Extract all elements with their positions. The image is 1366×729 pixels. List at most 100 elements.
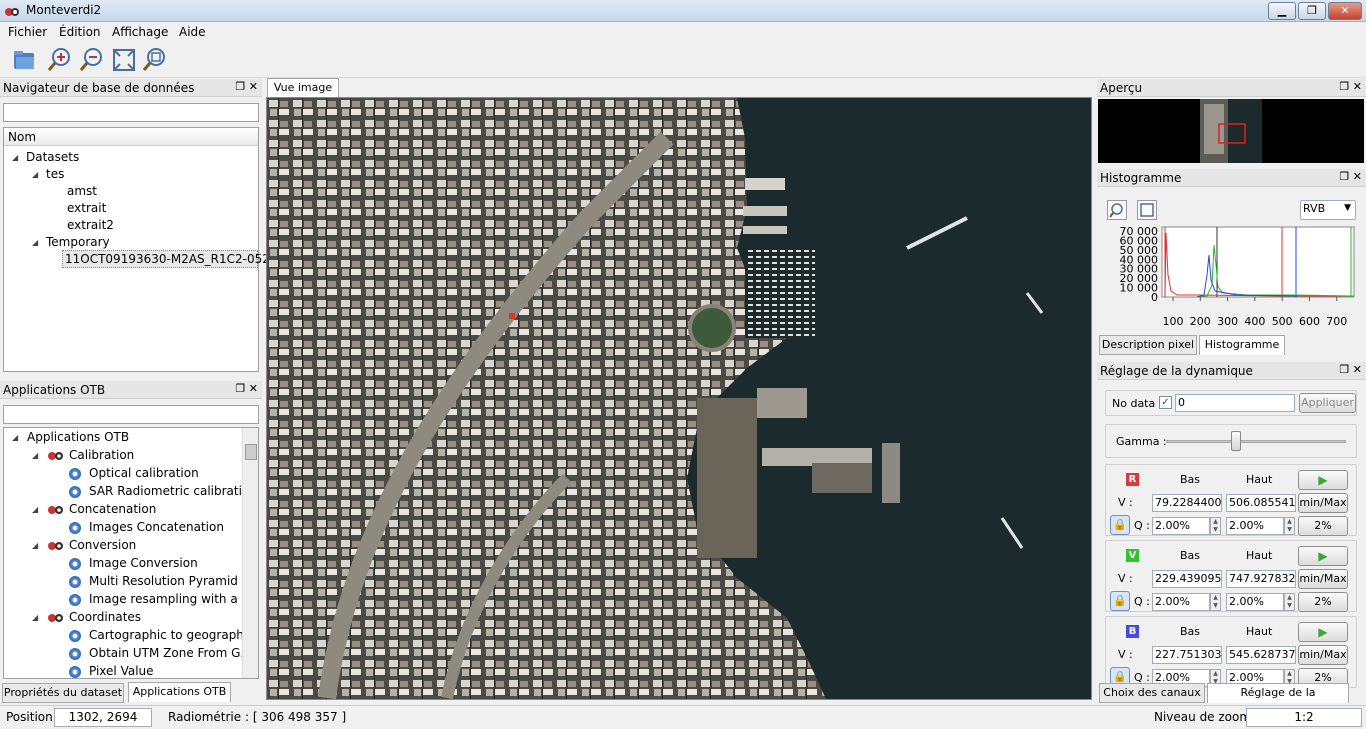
column-header-nom[interactable]: Nom (8, 130, 36, 144)
tree-item-datasets[interactable]: Datasets (26, 150, 79, 164)
expand-icon[interactable]: ◢ (32, 170, 38, 179)
preview-thumbnail[interactable] (1098, 99, 1364, 163)
v-high-input[interactable]: 545.6287370 (1226, 646, 1296, 664)
q-high-input[interactable]: 2.00% (1226, 593, 1284, 611)
tab-dataset-properties[interactable]: Propriétés du dataset (2, 683, 124, 703)
dock-float-close-icon[interactable]: ❐ ✕ (1339, 363, 1362, 376)
tab-histogram[interactable]: Histogramme (1199, 335, 1285, 355)
percent-button[interactable]: 2% (1298, 516, 1348, 536)
lock-icon[interactable]: 🔒 (1110, 591, 1130, 611)
app-optical-calibration[interactable]: Optical calibration (89, 466, 199, 480)
restore-button[interactable]: ❐ (1298, 2, 1326, 20)
lock-icon[interactable]: 🔒 (1110, 515, 1130, 535)
q-low-input[interactable]: 2.00% (1152, 517, 1210, 535)
menu-bar: Fichier Édition Affichage Aide (0, 22, 1366, 42)
q-high-spinner[interactable]: ▲ ▼ (1284, 517, 1295, 535)
app-images-concatenation[interactable]: Images Concatenation (89, 520, 224, 534)
minmax-button[interactable]: min/Max (1298, 645, 1348, 665)
app-image-conversion[interactable]: Image Conversion (89, 556, 198, 570)
play-icon: ▶ (1318, 625, 1328, 639)
app-sar-calibration[interactable]: SAR Radiometric calibration (89, 484, 257, 498)
dock-float-close-icon[interactable]: ❐ ✕ (235, 382, 258, 395)
expand-icon[interactable]: ◢ (32, 238, 38, 247)
db-search-input[interactable] (3, 103, 259, 122)
tree-item-amst[interactable]: amst (67, 184, 97, 198)
dock-float-close-icon[interactable]: ❐ ✕ (1339, 170, 1362, 183)
q-low-spinner[interactable]: ▲ ▼ (1210, 517, 1221, 535)
expand-icon[interactable]: ◢ (32, 505, 38, 514)
category-concatenation[interactable]: Concatenation (69, 502, 156, 516)
zoom-label: Niveau de zoom (1154, 710, 1252, 724)
expand-icon[interactable]: ◢ (12, 433, 18, 442)
minmax-button[interactable]: min/Max (1298, 569, 1348, 589)
nodata-checkbox[interactable]: ✓ (1159, 396, 1172, 409)
nodata-input[interactable]: 0 (1175, 394, 1295, 412)
apply-button[interactable]: Appliquer (1299, 393, 1356, 413)
apps-search-input[interactable] (3, 405, 259, 424)
expand-icon[interactable]: ◢ (12, 153, 18, 162)
histogram-zoom-icon[interactable] (1107, 200, 1127, 220)
v-high-input[interactable]: 506.0855418 (1226, 494, 1296, 512)
zoom-full-icon[interactable] (140, 46, 168, 74)
zoom-fit-icon[interactable] (110, 46, 138, 74)
play-button[interactable]: ▶ (1298, 622, 1348, 642)
q-high-spinner[interactable]: ▲ ▼ (1284, 593, 1295, 611)
tree-item-temporary-dataset[interactable]: 11OCT09193630-M2AS_R1C2-052... (65, 252, 281, 266)
menu-fichier[interactable]: Fichier (8, 25, 47, 39)
app-cartographic-to-geographic[interactable]: Cartographic to geograph... (89, 628, 255, 642)
tab-otb-applications[interactable]: Applications OTB (128, 682, 231, 702)
histogram-mode-select[interactable]: RVB ▼ (1300, 200, 1356, 220)
dock-title: Aperçu ❐ ✕ (1097, 79, 1366, 97)
tree-item-tes[interactable]: tes (46, 167, 64, 181)
app-multi-resolution-pyramid[interactable]: Multi Resolution Pyramid (89, 574, 238, 588)
percent-button[interactable]: 2% (1298, 592, 1348, 612)
dock-float-close-icon[interactable]: ❐ ✕ (235, 80, 258, 93)
v-low-input[interactable]: 227.7513034 (1152, 646, 1222, 664)
category-icon (48, 506, 63, 514)
expand-icon[interactable]: ◢ (32, 541, 38, 550)
menu-affichage[interactable]: Affichage (112, 25, 168, 39)
app-obtain-utm-zone[interactable]: Obtain UTM Zone From G... (89, 646, 252, 660)
minmax-button[interactable]: min/Max (1298, 493, 1348, 513)
zoom-out-icon[interactable] (78, 46, 106, 74)
v-low-input[interactable]: 79.22844003 (1152, 494, 1222, 512)
q-high-input[interactable]: 2.00% (1226, 517, 1284, 535)
gamma-slider[interactable] (1166, 440, 1346, 443)
app-pixel-value[interactable]: Pixel Value (89, 664, 154, 678)
tree-item-apps-root[interactable]: Applications OTB (27, 430, 129, 444)
histogram-fit-icon[interactable] (1137, 200, 1157, 220)
open-folder-icon[interactable] (10, 46, 38, 74)
v-low-input[interactable]: 229.4390952 (1152, 570, 1222, 588)
expand-icon[interactable]: ◢ (32, 451, 38, 460)
q-low-spinner[interactable]: ▲ ▼ (1210, 593, 1221, 611)
menu-edition[interactable]: Édition (59, 25, 101, 39)
gamma-slider-handle[interactable] (1230, 431, 1241, 451)
tree-item-extrait[interactable]: extrait (67, 201, 106, 215)
otb-apps-dock: Applications OTB ❐ ✕ ◢ Applications OTB … (0, 381, 262, 681)
image-view[interactable] (266, 97, 1092, 700)
tree-item-extrait2[interactable]: extrait2 (67, 218, 114, 232)
play-button[interactable]: ▶ (1298, 470, 1348, 490)
zoom-in-icon[interactable] (46, 46, 74, 74)
menu-aide[interactable]: Aide (179, 25, 206, 39)
tree-item-temporary[interactable]: Temporary (46, 235, 110, 249)
play-button[interactable]: ▶ (1298, 546, 1348, 566)
category-calibration[interactable]: Calibration (69, 448, 134, 462)
gamma-label: Gamma : (1116, 435, 1167, 448)
tab-channel-choice[interactable]: Choix des canaux (1099, 683, 1205, 703)
scrollbar[interactable] (242, 428, 258, 678)
tab-pixel-description[interactable]: Description pixel (1099, 335, 1197, 355)
category-coordinates[interactable]: Coordinates (69, 610, 141, 624)
category-conversion[interactable]: Conversion (69, 538, 136, 552)
v-high-input[interactable]: 747.9278324 (1226, 570, 1296, 588)
tab-image-view[interactable]: Vue image (267, 78, 339, 98)
satellite-image (267, 98, 1091, 699)
close-button[interactable]: ✕ (1328, 2, 1362, 20)
q-low-input[interactable]: 2.00% (1152, 593, 1210, 611)
dock-float-close-icon[interactable]: ❐ ✕ (1339, 80, 1362, 93)
expand-icon[interactable]: ◢ (32, 613, 38, 622)
tab-dynamics[interactable]: Réglage de la dynamique (1207, 683, 1349, 717)
app-image-resampling[interactable]: Image resampling with a r... (89, 592, 257, 606)
high-header: Haut (1246, 625, 1273, 638)
minimize-button[interactable]: ▁ (1268, 2, 1296, 20)
